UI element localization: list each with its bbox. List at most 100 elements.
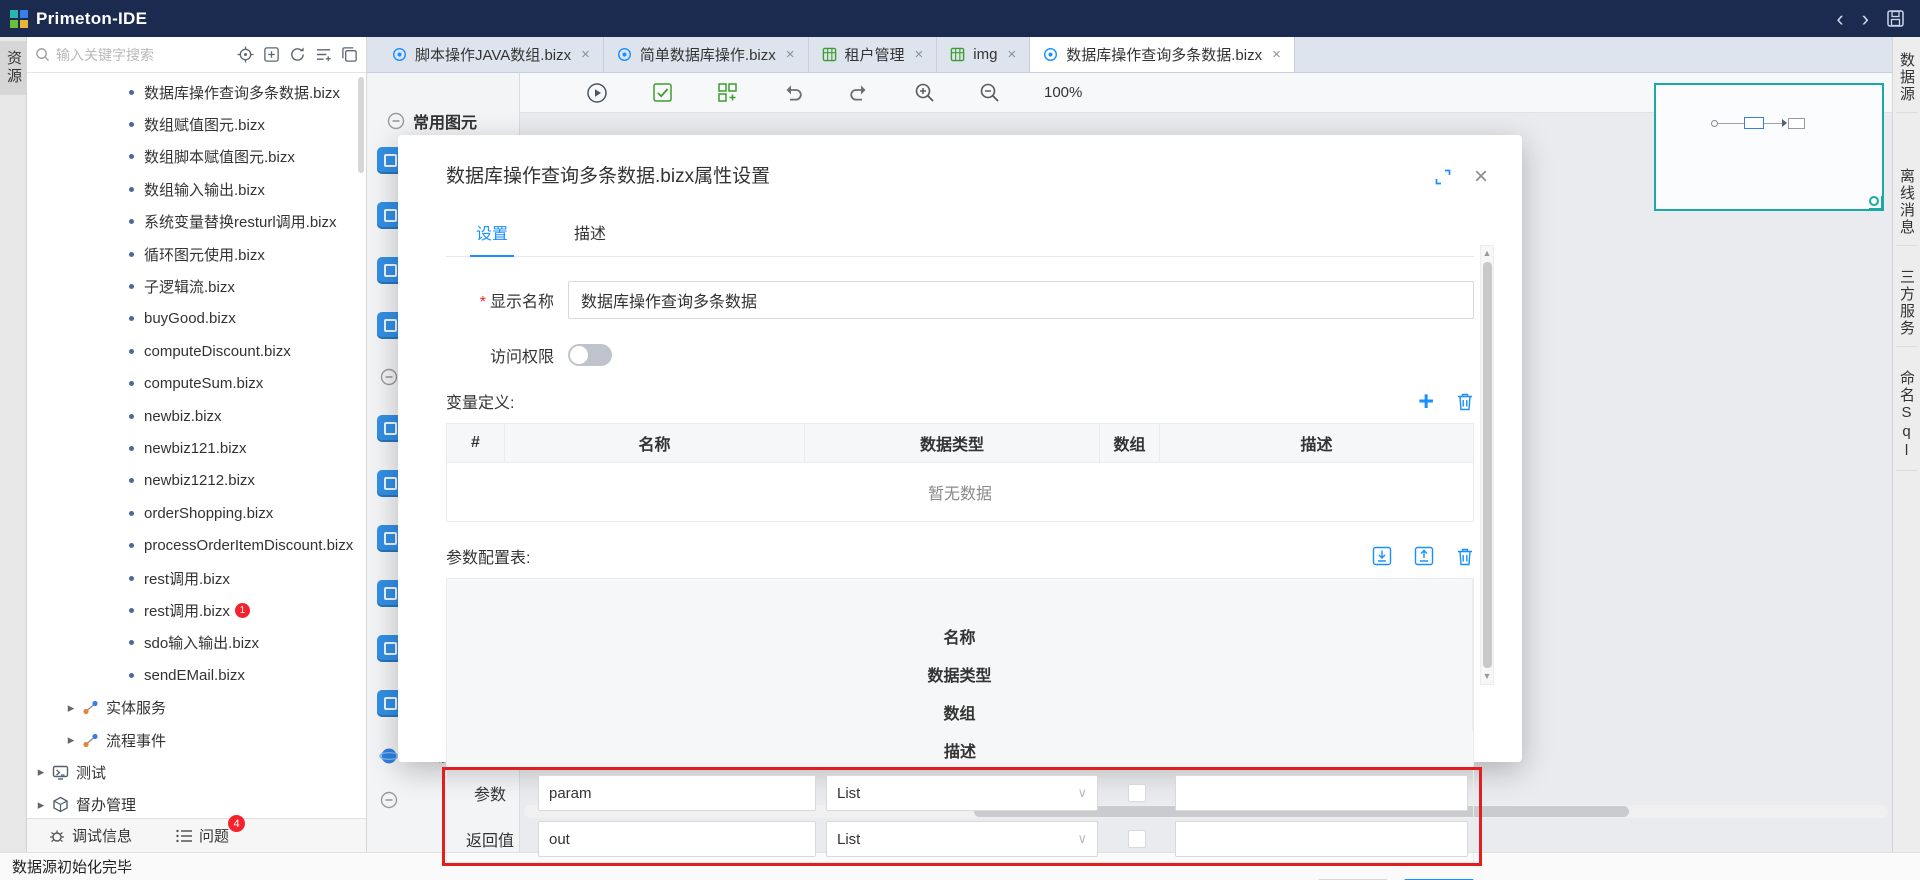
sort-list-icon[interactable] [315,46,332,63]
problems-tab[interactable]: 问题 4 [176,815,246,846]
param-desc-input[interactable] [1175,775,1468,811]
tree-item[interactable]: newbiz1212.bizx [27,465,366,497]
locate-icon[interactable] [237,46,254,63]
run-icon[interactable] [586,82,608,104]
tree-item[interactable]: 系统变量替换resturl调用.bizx [27,206,366,238]
return-name-input[interactable] [538,821,816,857]
delete-variable-icon[interactable] [1456,392,1474,411]
tree-item[interactable]: buyGood.bizx [27,303,366,335]
tree-item[interactable]: rest调用.bizx 1 [27,594,366,626]
close-icon[interactable]: × [1007,46,1016,63]
file-label: 子逻辑流.bizx [144,279,235,297]
minimap[interactable] [1654,83,1884,211]
access-toggle[interactable] [568,344,612,366]
editor-tab[interactable]: img × [937,37,1031,72]
array-checkbox[interactable] [1127,784,1146,802]
nav-forward-icon[interactable]: › [1862,7,1869,30]
zoom-in-icon[interactable] [914,82,935,103]
collapse-circle-icon[interactable] [387,112,405,130]
right-tab-offline-message[interactable]: 离线消息 [1896,159,1917,246]
tree-item[interactable]: 数据库操作查询多条数据.bizx [27,76,366,108]
sidebar-scrollbar-thumb[interactable] [358,77,364,173]
add-variable-icon[interactable]: + [1418,388,1434,415]
tree-item[interactable]: rest调用.bizx [27,562,366,594]
tree-item[interactable]: processOrderItemDiscount.bizx [27,529,366,561]
scroll-up-icon[interactable]: ▲ [1483,246,1492,261]
tree-item[interactable]: sendEMail.bizx [27,659,366,691]
right-tab-datasource[interactable]: 数据源 [1896,43,1917,113]
close-icon[interactable]: × [1272,46,1281,63]
dialog-scrollbar-thumb[interactable] [1482,262,1492,668]
tree-item[interactable]: 数组输入输出.bizx [27,173,366,205]
param-type-select[interactable]: List ∨ [826,775,1098,811]
param-name-input[interactable] [538,775,816,811]
search-row [27,37,366,73]
tree-item[interactable]: 循环图元使用.bizx [27,238,366,270]
undo-icon[interactable] [782,83,804,103]
right-tab-named-sql[interactable]: 命名Sql [1896,361,1917,471]
auto-layout-icon[interactable] [717,82,738,103]
params-section-label: 参数配置表: [446,550,531,567]
tree-item[interactable]: orderShopping.bizx [27,497,366,529]
redo-icon[interactable] [848,83,870,103]
editor-tab[interactable]: 租户管理 × [809,37,938,72]
zoom-out-icon[interactable] [979,82,1000,103]
collapse-circle-icon[interactable] [380,791,398,809]
tree-item[interactable]: computeDiscount.bizx [27,335,366,367]
close-icon[interactable]: × [786,46,795,63]
debug-info-tab[interactable]: 调试信息 [49,825,132,846]
array-checkbox[interactable] [1127,830,1146,848]
new-file-icon[interactable] [263,46,280,63]
export-icon[interactable] [1414,546,1434,566]
chevron-right-icon[interactable]: ▸ [65,700,77,716]
tree-group-entity-service[interactable]: ▸ 实体服务 [27,691,366,723]
tree-group-test[interactable]: ▸ 测试 [27,756,366,788]
save-icon[interactable] [1887,10,1904,27]
import-icon[interactable] [1372,546,1392,566]
tree-item[interactable]: 数组赋值图元.bizx [27,108,366,140]
nav-back-icon[interactable]: ‹ [1836,7,1843,30]
right-tab-third-party[interactable]: 三方服务 [1896,260,1917,347]
col-index: # [447,424,505,462]
tree-group-supervise[interactable]: ▸ 督办管理 [27,789,366,818]
required-mark: * [479,294,486,311]
close-icon[interactable]: × [581,46,590,63]
app-title: Primeton-IDE [36,8,148,28]
param-row: 返回值 List ∨ [447,816,1473,862]
copy-icon[interactable] [341,46,358,63]
bizx-icon [392,47,407,62]
return-type-select[interactable]: List ∨ [826,821,1098,857]
tree-item[interactable]: computeSum.bizx [27,368,366,400]
tree-item[interactable]: newbiz.bizx [27,400,366,432]
minimap-zoom-icon[interactable] [1869,196,1879,206]
return-desc-input[interactable] [1175,821,1468,857]
fullscreen-icon[interactable] [1434,168,1452,186]
chevron-right-icon[interactable]: ▸ [65,732,77,748]
bullet-icon [129,186,134,192]
editor-tab[interactable]: 简单数据库操作.bizx × [604,37,809,72]
editor-tab-active[interactable]: 数据库操作查询多条数据.bizx × [1030,37,1295,72]
chevron-right-icon[interactable]: ▸ [35,764,47,780]
editor-tab[interactable]: 脚本操作JAVA数组.bizx × [379,37,604,72]
dialog-tabs: 设置 描述 [446,220,1474,257]
tree-group-flow-event[interactable]: ▸ 流程事件 [27,724,366,756]
zoom-level[interactable]: 100% [1044,84,1082,101]
tree-item[interactable]: 子逻辑流.bizx [27,270,366,302]
tab-description[interactable]: 描述 [574,220,606,256]
tab-settings[interactable]: 设置 [469,220,515,257]
delete-param-icon[interactable] [1456,547,1474,566]
validate-icon[interactable] [652,82,673,103]
refresh-icon[interactable] [289,46,306,63]
close-icon[interactable]: × [915,46,924,63]
display-name-input[interactable] [568,281,1474,319]
tree-item[interactable]: 数组脚本赋值图元.bizx [27,141,366,173]
resources-vertical-tab[interactable]: 资源 [0,41,27,95]
scroll-down-icon[interactable]: ▼ [1483,669,1492,684]
search-input[interactable] [56,46,237,63]
table-icon [951,47,965,62]
chevron-right-icon[interactable]: ▸ [35,797,47,813]
close-icon[interactable]: × [1474,165,1488,189]
tree-item[interactable]: sdo输入输出.bizx [27,627,366,659]
collapse-circle-icon[interactable] [380,368,398,386]
tree-item[interactable]: newbiz121.bizx [27,432,366,464]
